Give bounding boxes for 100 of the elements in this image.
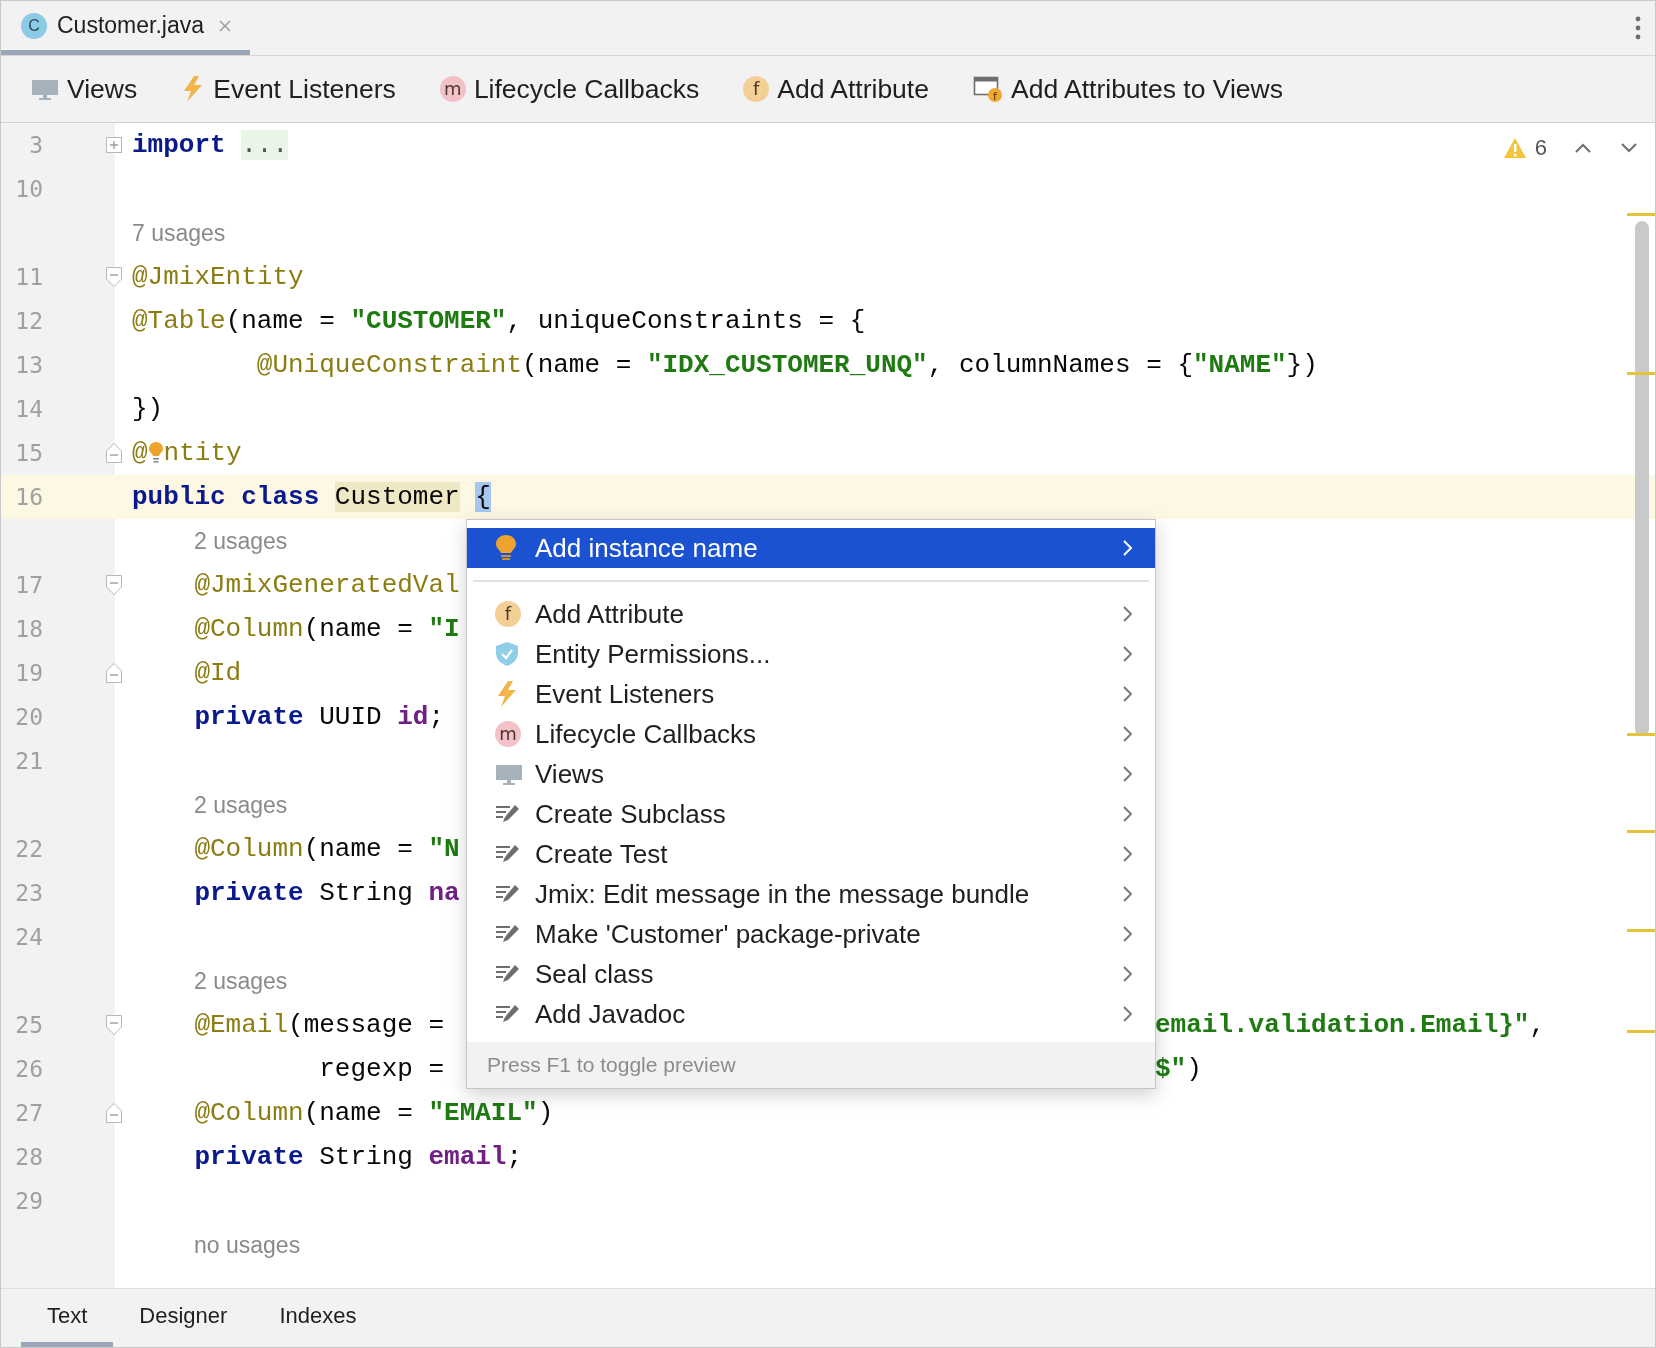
fold-start-icon[interactable] <box>105 1014 123 1036</box>
class-name: Customer <box>334 482 460 512</box>
keyword: class <box>241 482 320 512</box>
code-text: (name = <box>522 350 632 380</box>
chevron-icon <box>1121 885 1133 903</box>
warning-icon[interactable] <box>1502 137 1527 159</box>
annotation: @UniqueConstraint <box>256 350 523 380</box>
toolbar-button[interactable]: f Add Attribute <box>743 73 929 105</box>
editor-tab[interactable]: Indexes <box>253 1289 383 1347</box>
menu-item[interactable]: m Lifecycle Callbacks <box>467 714 1155 754</box>
fold-end-icon[interactable] <box>105 662 123 684</box>
line-number: 21 <box>14 748 43 774</box>
menu-item[interactable]: Views <box>467 754 1155 794</box>
line-number: 3 <box>28 132 43 158</box>
chevron-icon <box>1121 685 1133 703</box>
close-icon[interactable] <box>218 18 232 33</box>
menu-item[interactable]: Create Test <box>467 834 1155 874</box>
code-text: , columnNames = { <box>927 350 1193 380</box>
next-icon[interactable] <box>1619 142 1639 154</box>
line-number: 22 <box>14 836 43 862</box>
annotation: @Id <box>194 658 242 688</box>
code-text: String <box>319 878 413 908</box>
chevron-icon <box>1121 845 1133 863</box>
menu-item[interactable]: Add Javadoc <box>467 994 1155 1034</box>
lightbulb-icon[interactable] <box>147 441 164 465</box>
tab-label: Customer.java <box>57 12 204 39</box>
line-number: 26 <box>14 1056 43 1082</box>
fold-expand-icon[interactable] <box>105 136 123 154</box>
string-literal: "NAME" <box>1193 350 1287 380</box>
string-literal: "IDX_CUSTOMER_UNQ" <box>646 350 928 380</box>
toolbar-button[interactable]: f Add Attributes to Views <box>972 73 1283 105</box>
code-text: UUID <box>319 702 382 732</box>
code-text: (name = <box>303 614 413 644</box>
keyword: import <box>132 130 226 160</box>
line-number: 17 <box>14 572 43 598</box>
line-number: 27 <box>14 1100 43 1126</box>
letter-badge-icon: m <box>439 76 466 102</box>
editor-tab[interactable]: Text <box>21 1289 114 1347</box>
menu-item[interactable]: Create Subclass <box>467 794 1155 834</box>
line-number: 10 <box>14 176 43 202</box>
chevron-icon <box>1121 725 1133 743</box>
lightning-icon <box>495 680 519 708</box>
editor-tab[interactable]: Designer <box>113 1289 254 1347</box>
chevron-icon <box>1121 765 1133 783</box>
code-text: regexp = <box>319 1054 445 1084</box>
string-literal: "I <box>428 614 460 644</box>
annotation: @Email <box>194 1010 289 1040</box>
annotation: @JmixGeneratedVal <box>194 570 460 600</box>
monitor-icon <box>31 77 59 101</box>
fold-start-icon[interactable] <box>105 574 123 596</box>
annotation: ntity <box>163 438 242 468</box>
chevron-icon <box>1121 965 1133 983</box>
toolbar-button[interactable]: Event Listeners <box>181 73 396 105</box>
toolbar-button[interactable]: Views <box>31 73 138 105</box>
line-number: 23 <box>14 880 43 906</box>
menu-item[interactable]: Make 'Customer' package-private <box>467 914 1155 954</box>
menu-item[interactable]: Jmix: Edit message in the message bundle <box>467 874 1155 914</box>
line-number: 18 <box>14 616 43 642</box>
line-number: 16 <box>14 484 43 510</box>
line-number: 20 <box>14 704 43 730</box>
string-literal: "CUSTOMER" <box>350 306 507 336</box>
line-number: 19 <box>14 660 43 686</box>
fold-start-icon[interactable] <box>105 266 123 288</box>
string-literal: "N <box>428 834 460 864</box>
folded-code: ... <box>241 130 289 160</box>
line-number: 24 <box>14 924 43 950</box>
menu-item[interactable]: Entity Permissions... <box>467 634 1155 674</box>
chevron-icon <box>1121 925 1133 943</box>
code-text: (name = <box>303 1098 413 1128</box>
code-text: (message = <box>288 1010 445 1040</box>
keyword: private <box>194 1142 304 1172</box>
brace: { <box>475 482 491 512</box>
fold-end-icon[interactable] <box>105 1102 123 1124</box>
line-number: 13 <box>14 352 43 378</box>
popup-footer: Press F1 to toggle preview <box>467 1042 1155 1088</box>
lightbulb-icon <box>495 534 517 562</box>
warning-count: 6 <box>1534 135 1547 161</box>
previous-icon[interactable] <box>1573 142 1593 154</box>
code-text: ) <box>1186 1054 1202 1084</box>
scrollbar-thumb[interactable] <box>1635 221 1649 736</box>
toolbar-button[interactable]: m Lifecycle Callbacks <box>439 73 700 105</box>
menu-item[interactable]: Add instance name <box>467 528 1155 568</box>
fold-end-icon[interactable] <box>105 442 123 464</box>
letter-badge-icon: f <box>743 76 770 102</box>
code-text: ) <box>537 1098 554 1128</box>
code-text: , <box>1529 1010 1546 1040</box>
annotation: @Column <box>194 1098 304 1128</box>
field-name: email <box>428 1142 507 1172</box>
more-icon[interactable] <box>1635 16 1641 40</box>
letter-badge-icon: m <box>495 721 521 747</box>
menu-item[interactable]: f Add Attribute <box>467 594 1155 634</box>
annotation: @Column <box>194 614 304 644</box>
code-text: (name = <box>225 306 335 336</box>
chevron-icon <box>1121 1005 1133 1023</box>
monitor-icon <box>495 762 523 786</box>
line-number: 28 <box>14 1144 43 1170</box>
menu-item[interactable]: Event Listeners <box>467 674 1155 714</box>
string-literal: email.validation.Email}" <box>1155 1010 1530 1040</box>
menu-item[interactable]: Seal class <box>467 954 1155 994</box>
code-text: (name = <box>303 834 413 864</box>
